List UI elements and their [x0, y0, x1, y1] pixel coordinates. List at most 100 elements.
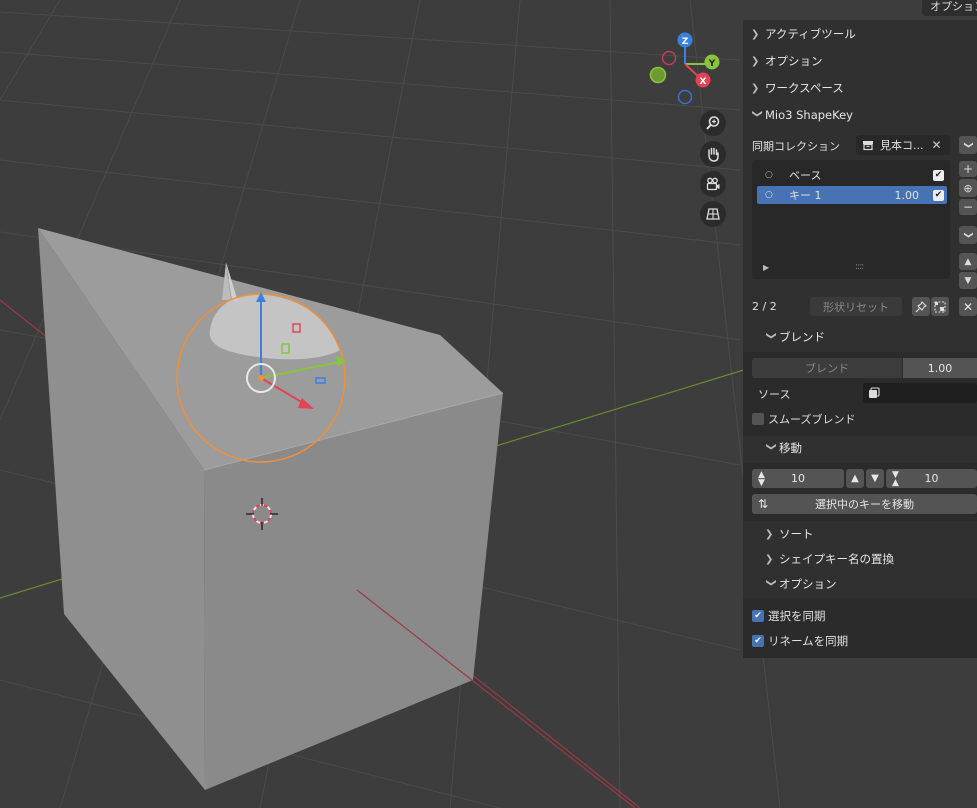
close-icon: ✕ [962, 299, 974, 314]
plus-circle-icon: ⊕ [963, 181, 973, 195]
axis-label-y: Y [708, 59, 716, 69]
sync-rename-checkbox[interactable]: ✔ [752, 635, 764, 647]
move-up-amount-value: 10 [791, 472, 805, 485]
subpanel-blend[interactable]: ❯ ブレンド [765, 326, 826, 348]
sync-collection-field[interactable]: 見本コ... ✕ [856, 135, 950, 155]
list-filter-toggle[interactable]: ▶ [763, 263, 769, 272]
blend-value-field[interactable]: 1.00 [903, 358, 977, 378]
move-selected-key-label: 選択中のキーを移動 [815, 498, 914, 511]
camera-icon [706, 177, 720, 191]
clear-icon[interactable]: ✕ [932, 138, 942, 152]
edit-mode-toggle-button[interactable] [931, 297, 949, 316]
triangle-down-icon: ▼ [964, 275, 972, 286]
axis-label-z: Z [682, 37, 689, 47]
options-dropdown-button[interactable]: オプション [922, 0, 977, 16]
subpanel-move[interactable]: ❯ 移動 [765, 437, 803, 459]
vertical-arrows-icon: ⇅ [758, 497, 769, 511]
sync-collection-value: 見本コ... [880, 139, 924, 152]
section-label: アクティブツール [765, 27, 856, 41]
camera-view-button[interactable] [700, 171, 726, 197]
move-down-arrow-button[interactable]: ▼ [866, 469, 884, 488]
section-options[interactable]: ❯ オプション [743, 48, 977, 74]
add-shape-key-button[interactable]: + [959, 161, 977, 177]
sync-selection-option[interactable]: ✔ 選択を同期 [752, 608, 826, 624]
pin-button[interactable] [912, 297, 930, 316]
chevron-down-icon: ❯ [765, 331, 777, 340]
sync-selection-checkbox[interactable]: ✔ [752, 610, 764, 622]
source-label: ソース [758, 388, 791, 401]
shape-key-menu-button[interactable]: ❯ [959, 226, 977, 244]
smooth-blend-option[interactable]: スムーズブレンド [752, 411, 855, 427]
subpanel-rename[interactable]: ❯ シェイプキー名の置換 [765, 548, 894, 570]
subpanel-label: ブレンド [779, 330, 825, 344]
list-item-selected[interactable]: ○ キー 1 1.00 ✔ [757, 186, 947, 204]
source-field[interactable] [863, 383, 977, 403]
chevron-down-icon: ❯ [765, 442, 777, 451]
move-down-button[interactable]: ▼ [959, 272, 977, 289]
chevron-down-icon: ❯ [962, 141, 973, 149]
move-up-amount-field[interactable]: ▲ ▼ 10 [752, 469, 844, 488]
perspective-toggle-button[interactable] [700, 201, 726, 227]
triangle-up-icon: ▲ [964, 256, 972, 267]
chevron-right-icon: ❯ [751, 28, 760, 40]
options-panel-body [743, 598, 977, 658]
section-active-tool[interactable]: ❯ アクティブツール [743, 21, 977, 47]
down-up-arrows-icon: ▼ ▲ [892, 469, 899, 488]
section-mio3-shapekey[interactable]: ❯ Mio3 ShapeKey [743, 102, 977, 128]
shape-key-name: ベース [789, 169, 822, 182]
section-label: ワークスペース [765, 81, 844, 95]
sync-collection-label: 同期コレクション [752, 140, 840, 153]
shape-key-enabled-checkbox[interactable]: ✔ [933, 169, 944, 181]
shape-key-enabled-checkbox[interactable]: ✔ [933, 189, 944, 201]
collection-box-icon [863, 141, 873, 151]
chevron-right-icon: ❯ [751, 55, 760, 67]
blend-button[interactable]: ブレンド [752, 358, 902, 378]
pan-button[interactable] [700, 141, 726, 167]
remove-shape-key-button[interactable]: − [959, 199, 977, 215]
chevron-right-icon: ❯ [751, 82, 760, 94]
shape-key-name: キー 1 [789, 189, 822, 202]
list-resize-handle[interactable]: :::: [855, 262, 864, 272]
chevron-down-icon: ❯ [751, 109, 763, 118]
new-from-mix-button[interactable]: ⊕ [959, 179, 977, 197]
sync-rename-option[interactable]: ✔ リネームを同期 [752, 633, 848, 649]
move-down-amount-value: 10 [924, 472, 939, 485]
subpanel-label: ソート [779, 527, 814, 541]
section-workspace[interactable]: ❯ ワークスペース [743, 75, 977, 101]
subpanel-sort[interactable]: ❯ ソート [765, 523, 814, 545]
move-selected-key-button[interactable]: ⇅ 選択中のキーを移動 [752, 494, 977, 514]
subpanel-label: オプション [779, 577, 837, 591]
close-button[interactable]: ✕ [959, 297, 977, 316]
sync-rename-label: リネームを同期 [768, 634, 849, 648]
pin-icon [915, 300, 927, 312]
up-down-arrows-icon: ▲ ▼ [758, 469, 765, 488]
shape-key-dot-icon: ○ [765, 170, 773, 180]
grid-icon [706, 208, 720, 220]
chevron-right-icon: ❯ [765, 553, 774, 565]
chevron-down-icon: ❯ [962, 231, 973, 239]
edit-mode-icon [934, 300, 946, 313]
shape-key-count: 2 / 2 [752, 300, 777, 313]
move-down-amount-field[interactable]: ▼ ▲ 10 [886, 469, 977, 488]
hand-icon [708, 147, 719, 162]
move-up-arrow-button[interactable]: ▲ [846, 469, 864, 488]
shape-key-icon [869, 387, 880, 398]
minus-icon: − [962, 200, 974, 214]
triangle-up-icon: ▲ [851, 473, 859, 484]
triangle-down-icon: ▼ [871, 473, 879, 484]
specials-menu-button[interactable]: ❯ [959, 136, 977, 154]
chevron-down-icon: ❯ [765, 578, 777, 587]
shape-key-value[interactable]: 1.00 [895, 189, 920, 202]
chevron-right-icon: ❯ [765, 528, 774, 540]
subpanel-label: シェイプキー名の置換 [779, 552, 894, 566]
axis-label-x: X [700, 77, 707, 87]
smooth-blend-checkbox[interactable] [752, 413, 764, 425]
list-item[interactable]: ○ ベース ✔ [757, 166, 947, 184]
move-up-button[interactable]: ▲ [959, 253, 977, 270]
reset-shape-button[interactable]: 形状リセット [810, 297, 902, 316]
zoom-button[interactable] [700, 110, 726, 136]
subpanel-options[interactable]: ❯ オプション [765, 573, 837, 595]
subpanel-label: 移動 [779, 441, 802, 455]
smooth-blend-label: スムーズブレンド [768, 413, 856, 426]
section-label: オプション [765, 54, 823, 68]
